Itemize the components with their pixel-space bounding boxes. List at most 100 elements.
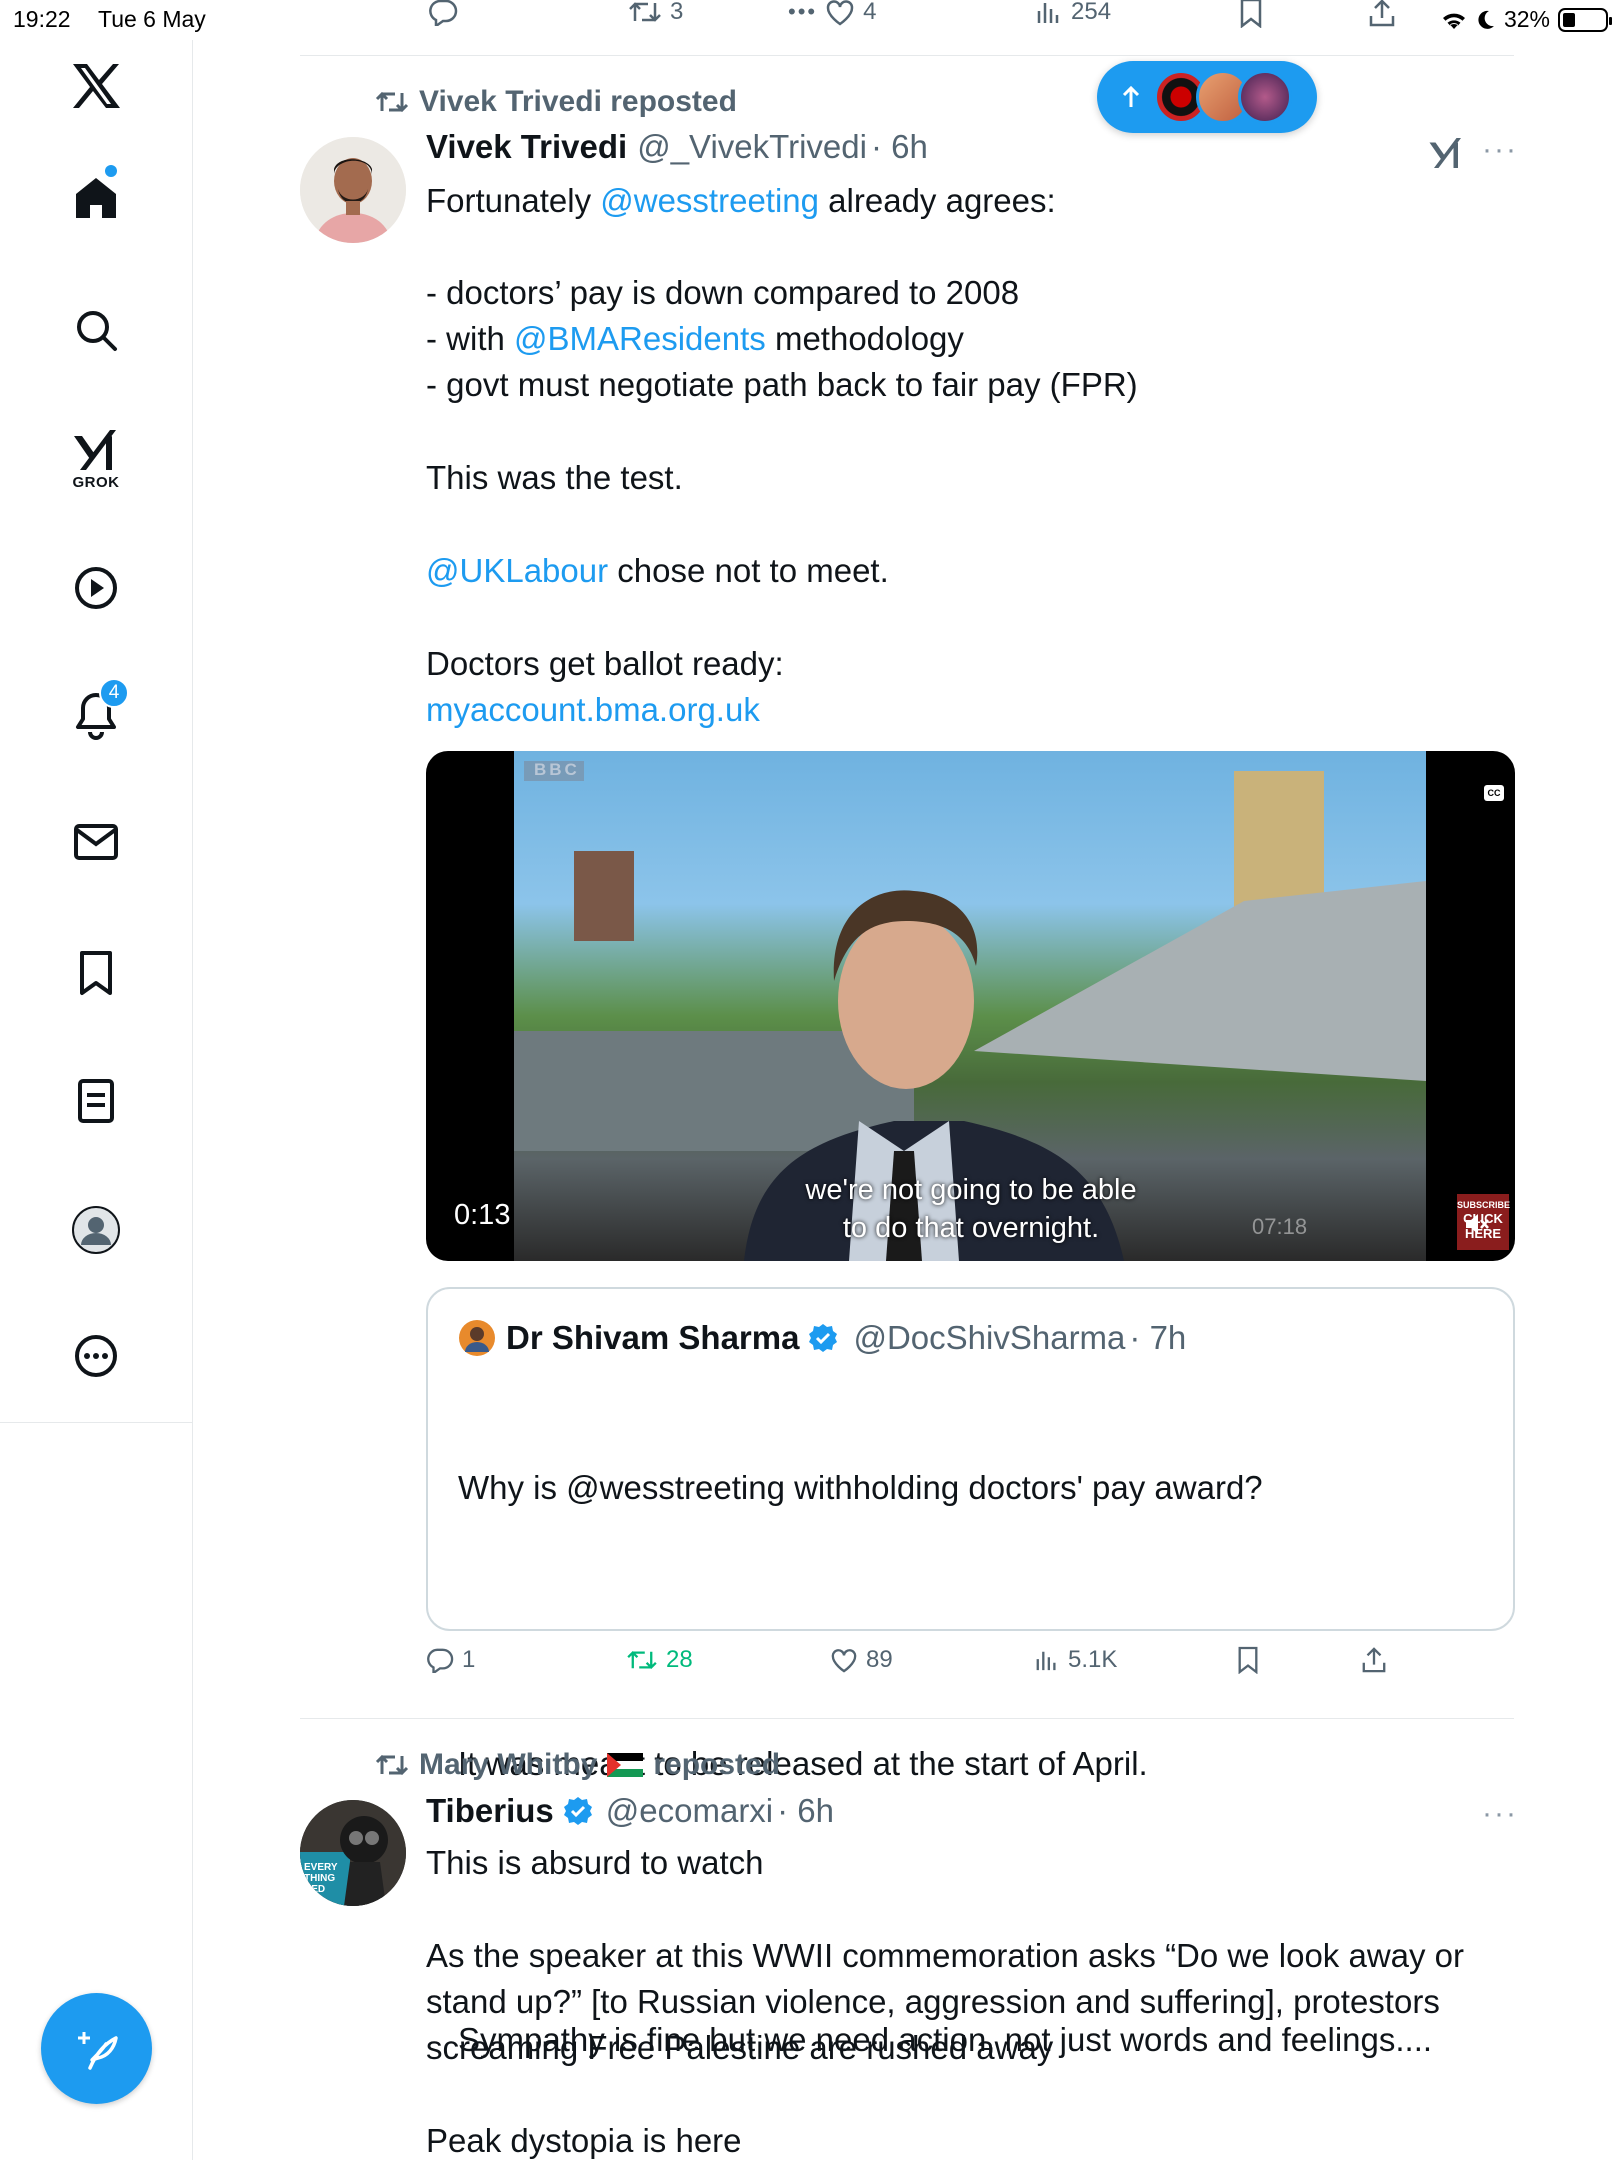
prev-bookmark-button[interactable] [1238, 0, 1264, 28]
subscribe-text: SUBSCRIBE [1457, 1200, 1511, 1210]
bbc-logo: BBC [534, 760, 580, 779]
avatar[interactable] [458, 1319, 496, 1357]
pill-avatar [1238, 70, 1292, 124]
text-segment: methodology [765, 320, 964, 357]
status-time: 19:22 [13, 6, 71, 32]
author-name[interactable]: Tiberius [426, 1792, 554, 1830]
repost-icon [629, 2, 661, 22]
tweet-paragraph: @UKLabour chose not to meet. [426, 548, 889, 594]
prev-repost-button[interactable]: 3 [628, 0, 683, 26]
verified-badge-icon [563, 1797, 592, 1825]
compose-button[interactable] [41, 1993, 152, 2104]
repost-icon [375, 1754, 409, 1776]
mention-link[interactable]: @wesstreeting [600, 182, 819, 219]
sidebar: GROK 4 [0, 40, 193, 2160]
repost-context[interactable]: Vivek Trivedi reposted [375, 85, 737, 119]
quoted-tweet-time[interactable]: · 7h [1129, 1319, 1186, 1357]
sidebar-item-explore[interactable] [74, 308, 118, 352]
sidebar-item-lists[interactable] [76, 1078, 116, 1124]
play-circle-icon [75, 567, 117, 609]
repost-context-name: Mary Whitby [419, 1748, 598, 1781]
user-avatar-icon [300, 137, 406, 243]
bookmark-button[interactable] [1236, 1646, 1260, 1674]
video-timestamp-watermark: 07:18 [1252, 1214, 1308, 1239]
sidebar-item-home[interactable] [73, 165, 119, 221]
compose-feather-icon [77, 2031, 118, 2070]
views-button[interactable]: 5.1K [1034, 1646, 1117, 1674]
prev-reply-button[interactable] [428, 0, 458, 26]
prev-like-button[interactable]: ••• 4 [788, 0, 876, 26]
mute-icon[interactable] [1464, 1211, 1490, 1237]
views-icon [1036, 1651, 1056, 1671]
sidebar-item-more[interactable] [73, 1333, 119, 1379]
timeline: 3 ••• 4 254 Vivek Trivedi reposted Vivek… [300, 0, 1516, 2160]
video-subtitles: we're not going to be able to do that ov… [726, 1171, 1216, 1247]
prev-overflow-dots-icon: ••• [788, 0, 818, 24]
repost-context-text: Vivek Trivedi reposted [419, 85, 737, 118]
tweet-paragraph: This was the test. [426, 459, 683, 496]
tweet-paragraph: This is absurd to watch [426, 1844, 764, 1881]
avatar[interactable]: EVERY THING KED [300, 1800, 406, 1906]
heart-icon [826, 0, 854, 26]
tweet-header: Vivek Trivedi @_VivekTrivedi · 6h [426, 128, 928, 166]
quoted-tweet[interactable]: Dr Shivam Sharma @DocShivSharma · 7h Why… [426, 1287, 1515, 2058]
quoted-author-name[interactable]: Dr Shivam Sharma [506, 1319, 799, 1357]
repost-button[interactable]: 28 [626, 1646, 693, 1674]
tweet-bullet: - doctors’ pay is down compared to 2008 [426, 274, 1020, 311]
subtitle-line: we're not going to be able [805, 1174, 1137, 1206]
prev-views-button[interactable]: 254 [1035, 0, 1111, 26]
sidebar-item-profile[interactable] [71, 1205, 121, 1255]
avatar[interactable] [300, 137, 406, 243]
more-options-icon[interactable]: ··· [1482, 1797, 1518, 1831]
share-button[interactable] [1361, 1646, 1387, 1674]
prev-tweet-actions: 3 ••• 4 254 [300, 0, 1514, 40]
x-logo-button[interactable] [71, 62, 121, 110]
palestine-flag-icon [607, 1753, 644, 1777]
text-segment: - with [426, 320, 515, 357]
status-date: Tue 6 May [98, 6, 206, 32]
grok-icon [74, 430, 116, 470]
captions-button[interactable]: CC [1484, 785, 1504, 801]
sidebar-item-messages[interactable] [73, 822, 119, 862]
sidebar-item-bookmarks[interactable] [76, 950, 116, 996]
grok-icon[interactable] [1428, 135, 1464, 171]
author-name[interactable]: Vivek Trivedi [426, 128, 627, 166]
arrow-up-icon [1122, 85, 1140, 107]
share-icon [1369, 0, 1395, 27]
new-posts-pill[interactable] [1097, 61, 1317, 133]
divider [300, 55, 1514, 56]
sidebar-item-video[interactable] [73, 565, 119, 611]
video-player[interactable]: BBC CC 0:13 we're not going to be able t… [426, 751, 1515, 1261]
more-options-icon[interactable]: ··· [1482, 133, 1518, 167]
bookmark-icon [1240, 0, 1262, 28]
quoted-author-handle[interactable]: @DocShivSharma [853, 1319, 1125, 1357]
battery-icon [1558, 7, 1612, 32]
reply-button[interactable]: 1 [426, 1646, 475, 1674]
grok-label: GROK [72, 474, 120, 491]
sidebar-item-notifications[interactable]: 4 [73, 678, 129, 740]
divider [300, 1718, 1514, 1719]
tweet-paragraph: As the speaker at this WWII commemoratio… [426, 1937, 1474, 2066]
tweet-time[interactable]: · 6h [871, 128, 928, 166]
tweet-header: Tiberius @ecomarxi · 6h [426, 1792, 834, 1830]
bookmark-icon [80, 951, 112, 995]
repost-context[interactable]: Mary Whitby reposted [375, 1748, 780, 1782]
like-button[interactable]: 89 [830, 1646, 893, 1674]
author-handle[interactable]: @ecomarxi [606, 1792, 773, 1830]
url-link[interactable]: myaccount.bma.org.uk [426, 687, 760, 733]
video-duration: 0:13 [454, 1199, 511, 1231]
more-circle-icon [75, 1335, 117, 1377]
mention-link[interactable]: @UKLabour [426, 552, 608, 589]
notifications-badge: 4 [99, 678, 129, 708]
sidebar-item-grok[interactable]: GROK [72, 428, 120, 491]
tweet-paragraph: Peak dystopia is here [426, 2122, 742, 2159]
author-handle[interactable]: @_VivekTrivedi [637, 128, 867, 166]
tweet-actions: 1 28 89 5.1K [426, 1646, 1515, 1686]
views-icon [1037, 3, 1059, 23]
mention-link[interactable]: @BMAResidents [514, 320, 766, 357]
text-segment: Fortunately [426, 182, 601, 219]
quoted-line: Why is @wesstreeting withholding doctors… [458, 1469, 1263, 1506]
prev-share-button[interactable] [1368, 0, 1396, 28]
tweet-time[interactable]: · 6h [777, 1792, 834, 1830]
